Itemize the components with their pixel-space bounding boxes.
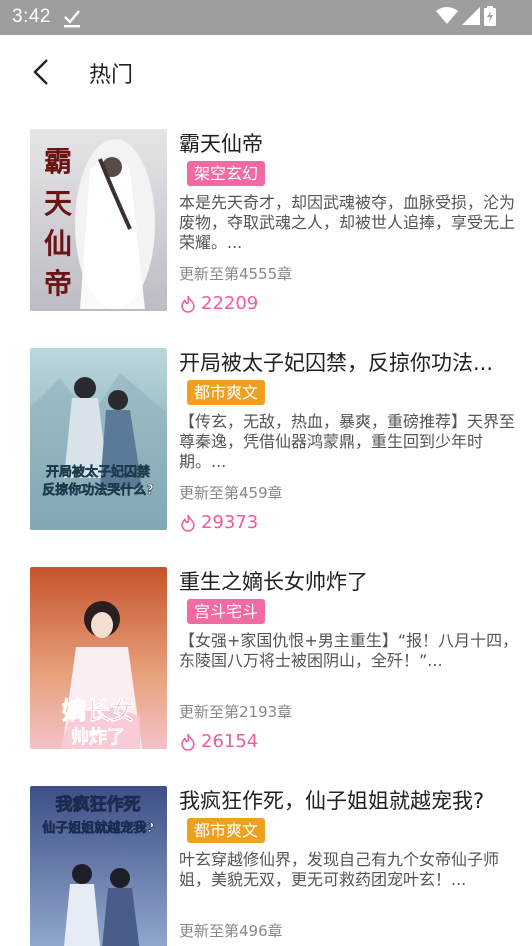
cover-title-1: 霸 — [44, 145, 72, 178]
back-button[interactable] — [24, 55, 58, 89]
update-status: 更新至第459章 — [179, 484, 283, 502]
book-description: 本是先天奇才，却因武魂被夺，血脉受损，沦为废物，夺取武魂之人，却被世人追捧，享受… — [179, 193, 516, 252]
svg-text:开局被太子妃囚禁: 开局被太子妃囚禁 — [46, 464, 150, 480]
chevron-left-icon — [33, 59, 48, 85]
update-status: 更新至第2193章 — [179, 703, 293, 721]
genre-tag: 都市爽文 — [187, 380, 266, 405]
hot-count: 26154 — [179, 731, 519, 752]
flame-icon — [181, 295, 195, 313]
hot-count: 22209 — [179, 293, 519, 314]
genre-tag: 宫斗宅斗 — [187, 599, 266, 624]
genre-tag: 架空玄幻 — [187, 161, 266, 186]
book-title: 我疯狂作死，仙子姐姐就越宠我? — [179, 789, 485, 813]
update-status: 更新至第4555章 — [179, 265, 293, 283]
battery-icon — [484, 6, 496, 30]
wifi-icon — [436, 7, 458, 29]
svg-text:我疯狂作死: 我疯狂作死 — [56, 794, 141, 815]
status-time: 3:42 — [12, 6, 51, 27]
book-item[interactable]: 嫡长女 帅炸了 重生之嫡长女帅炸了 宫斗宅斗 【女强+家国仇恨+男主重生】“报！… — [0, 545, 532, 752]
book-cover: 霸 天 仙 帝 — [30, 129, 167, 311]
svg-text:天: 天 — [44, 187, 72, 220]
book-title: 重生之嫡长女帅炸了 — [179, 570, 368, 594]
download-icon — [62, 8, 82, 28]
svg-text:帅炸了: 帅炸了 — [71, 726, 125, 748]
hot-count: 29373 — [179, 512, 519, 533]
svg-text:反掠你功法哭什么?: 反掠你功法哭什么? — [42, 482, 154, 498]
book-description: 【女强+家国仇恨+男主重生】“报！八月十四，东陵国八万将士被困阴山，全歼！”..… — [179, 631, 519, 670]
page-title: 热门 — [89, 63, 134, 88]
svg-text:仙: 仙 — [44, 227, 72, 260]
app-bar: 热门 — [0, 35, 532, 107]
book-cover: 开局被太子妃囚禁 反掠你功法哭什么? — [30, 348, 167, 530]
hot-value: 29373 — [201, 512, 259, 533]
svg-text:仙子姐姐就越宠我?: 仙子姐姐就越宠我? — [42, 820, 154, 836]
status-icons — [436, 6, 496, 30]
book-description: 【传玄，无敌，热血，暴爽，重磅推荐】天界至尊秦逸，凭借仙器鸿蒙鼎，重生回到少年时… — [179, 412, 516, 471]
book-cover: 嫡长女 帅炸了 — [30, 567, 167, 749]
signal-icon — [462, 7, 480, 29]
svg-text:帝: 帝 — [44, 267, 72, 300]
book-title: 开局被太子妃囚禁，反掠你功法... — [179, 351, 494, 375]
hot-value: 22209 — [201, 293, 259, 314]
book-item[interactable]: 开局被太子妃囚禁 反掠你功法哭什么? 开局被太子妃囚禁，反掠你功法... 都市爽… — [0, 326, 532, 533]
book-description: 叶玄穿越修仙界，发现自己有九个女帝仙子师姐，美貌无双，更无可救药团宠叶玄！... — [179, 850, 500, 889]
hot-value: 26154 — [201, 731, 259, 752]
book-item[interactable]: 我疯狂作死 仙子姐姐就越宠我? 我疯狂作死，仙子姐姐就越宠我? 都市爽文 叶玄穿… — [0, 764, 532, 946]
svg-text:嫡长女: 嫡长女 — [62, 696, 134, 725]
genre-tag: 都市爽文 — [187, 818, 266, 843]
flame-icon — [181, 733, 195, 751]
flame-icon — [181, 514, 195, 532]
book-item[interactable]: 霸 天 仙 帝 霸天仙帝 架空玄幻 本是先天奇才，却因武魂被夺，血脉受损，沦为废… — [0, 107, 532, 314]
update-status: 更新至第496章 — [179, 922, 283, 940]
book-title: 霸天仙帝 — [179, 132, 263, 156]
book-cover: 我疯狂作死 仙子姐姐就越宠我? — [30, 786, 167, 946]
status-bar: 3:42 — [0, 0, 532, 35]
